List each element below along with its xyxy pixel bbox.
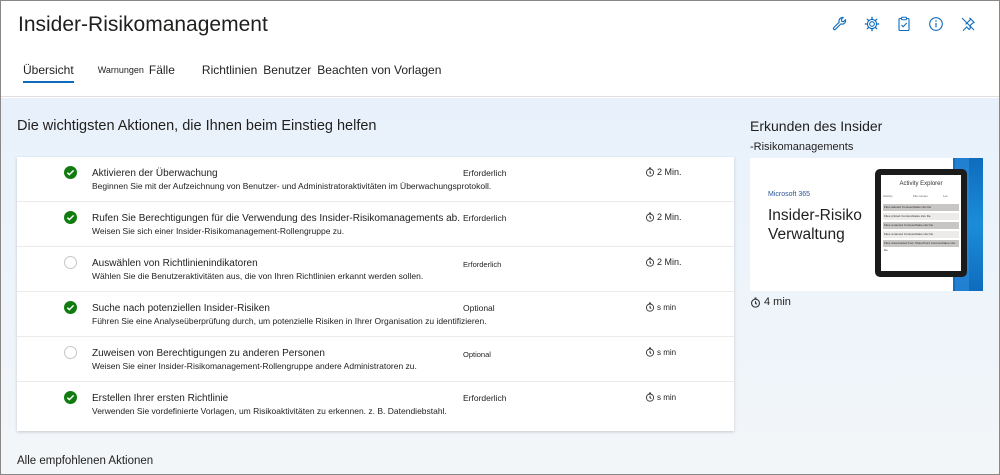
overview-content: Die wichtigsten Aktionen, die Ihnen beim…: [1, 98, 999, 474]
action-requirement: Erforderlich: [463, 168, 507, 178]
stopwatch-icon: [645, 257, 655, 267]
tab-notice-templates[interactable]: Beachten von Vorlagen: [317, 63, 441, 83]
tab-alerts[interactable]: Warnungen: [98, 65, 144, 83]
action-row-first-policy[interactable]: Erstellen Ihrer ersten Richtlinie Verwen…: [17, 382, 734, 427]
action-duration-text: 2 Min.: [657, 212, 682, 222]
all-recommended-actions-link[interactable]: Alle empfohlenen Aktionen: [17, 455, 153, 467]
action-description: Weisen Sie einer Insider-Risikomanagemen…: [92, 361, 417, 371]
incomplete-circle-icon: [64, 256, 77, 269]
app-window: Insider-Risikomanagement Übersicht Warnu…: [0, 0, 1000, 475]
action-duration: 2 Min.: [645, 212, 682, 222]
action-row-enable-auditing[interactable]: Aktivieren der Überwachung Beginnen Sie …: [17, 157, 734, 202]
header-toolbar: [831, 15, 977, 33]
video-title-line: Insider-Risiko: [768, 207, 862, 224]
stopwatch-icon: [645, 167, 655, 177]
action-duration-text: s min: [657, 302, 677, 312]
explore-heading: Erkunden des Insider: [750, 118, 883, 134]
laptop-illustration: Activity Explorer Activity File names Lo…: [875, 169, 967, 277]
action-duration-text: 2 Min.: [657, 167, 682, 177]
action-duration-text: 2 Min.: [657, 257, 682, 267]
tab-overview[interactable]: Übersicht: [23, 63, 74, 83]
actions-heading: Die wichtigsten Aktionen, die Ihnen beim…: [17, 118, 377, 134]
action-row-policy-indicators[interactable]: Auswählen von Richtlinienindikatoren Wäh…: [17, 247, 734, 292]
action-duration-text: s min: [657, 347, 677, 357]
action-duration-text: s min: [657, 392, 677, 402]
action-description: Führen Sie eine Analyseüberprüfung durch…: [92, 316, 487, 326]
settings-icon[interactable]: [863, 15, 881, 33]
action-title: Suche nach potenziellen Insider-Risiken: [92, 303, 270, 314]
completed-check-icon: [64, 301, 77, 314]
incomplete-circle-icon: [64, 346, 77, 359]
action-row-assign-permissions[interactable]: Zuweisen von Berechtigungen zu anderen P…: [17, 337, 734, 382]
screen-col: Loc: [943, 194, 948, 198]
action-duration: s min: [645, 302, 676, 312]
completed-check-icon: [64, 211, 77, 224]
screen-col: File names: [913, 194, 928, 198]
video-title: Insider-Risiko Verwaltung: [768, 206, 878, 244]
video-duration-text: 4 min: [764, 296, 791, 308]
video-thumbnail[interactable]: Microsoft 365 Insider-Risiko Verwaltung …: [750, 158, 983, 291]
laptop-screen: Activity Explorer Activity File names Lo…: [881, 175, 961, 271]
tab-bar: Übersicht Warnungen Fälle Richtlinien Be…: [23, 61, 441, 83]
action-row-get-permissions[interactable]: Rufen Sie Berechtigungen für die Verwend…: [17, 202, 734, 247]
action-requirement: Optional: [463, 303, 495, 313]
action-requirement: Erforderlich: [463, 213, 507, 223]
action-description: Wählen Sie die Benutzeraktivitäten aus, …: [92, 271, 424, 281]
stopwatch-icon: [750, 297, 761, 308]
action-description: Weisen Sie sich einer Insider-Risikomana…: [92, 226, 345, 236]
screen-row: Files downloaded from SharePoint Contoso…: [883, 240, 959, 252]
explore-subheading: -Risikomanagements: [750, 141, 854, 153]
wrench-icon[interactable]: [831, 15, 849, 33]
action-duration: 2 Min.: [645, 167, 682, 177]
completed-check-icon: [64, 166, 77, 179]
page-header: Insider-Risikomanagement Übersicht Warnu…: [1, 1, 999, 97]
action-title: Zuweisen von Berechtigungen zu anderen P…: [92, 348, 325, 359]
action-title: Erstellen Ihrer ersten Richtlinie: [92, 393, 229, 404]
action-duration: s min: [645, 392, 676, 402]
actions-card: Aktivieren der Überwachung Beginnen Sie …: [17, 157, 734, 431]
screen-row: Files deleted ContosoSales.xlsx De: [883, 204, 959, 211]
completed-check-icon: [64, 391, 77, 404]
stopwatch-icon: [645, 347, 655, 357]
stopwatch-icon: [645, 302, 655, 312]
video-duration: 4 min: [750, 296, 791, 308]
action-requirement: Erforderlich: [463, 393, 507, 403]
action-row-scan-risks[interactable]: Suche nach potenziellen Insider-Risiken …: [17, 292, 734, 337]
page-title: Insider-Risikomanagement: [18, 13, 268, 36]
stopwatch-icon: [645, 392, 655, 402]
action-description: Verwenden Sie vordefinierte Vorlagen, um…: [92, 406, 447, 416]
video-title-line: Verwaltung: [768, 226, 845, 243]
tab-policies[interactable]: Richtlinien: [202, 63, 257, 83]
screen-title: Activity Explorer: [899, 181, 943, 187]
action-duration: s min: [645, 347, 676, 357]
action-title: Auswählen von Richtlinienindikatoren: [92, 258, 258, 269]
info-icon[interactable]: [927, 15, 945, 33]
video-brand: Microsoft 365: [768, 191, 811, 198]
screen-row: Files renamed ContosoSales.xlsx De: [883, 231, 959, 238]
screen-col: Activity: [883, 194, 893, 198]
screen-table-header: Activity File names Loc: [883, 194, 959, 201]
pin-icon[interactable]: [959, 15, 977, 33]
action-requirement: Erforderlich: [463, 260, 502, 269]
action-duration: 2 Min.: [645, 257, 682, 267]
screen-row: Files renamed ContosoSales.xlsx De: [883, 222, 959, 229]
clipboard-icon[interactable]: [895, 15, 913, 33]
tab-users[interactable]: Benutzer: [263, 63, 311, 83]
stopwatch-icon: [645, 212, 655, 222]
action-requirement: Optional: [463, 350, 491, 359]
action-title: Aktivieren der Überwachung: [92, 168, 218, 179]
action-title: Rufen Sie Berechtigungen für die Verwend…: [92, 213, 460, 224]
screen-row: Files printed ContosoSales.xlsx De: [883, 213, 959, 220]
tab-cases[interactable]: Fälle: [149, 63, 175, 83]
action-description: Beginnen Sie mit der Aufzeichnung von Be…: [92, 181, 492, 191]
